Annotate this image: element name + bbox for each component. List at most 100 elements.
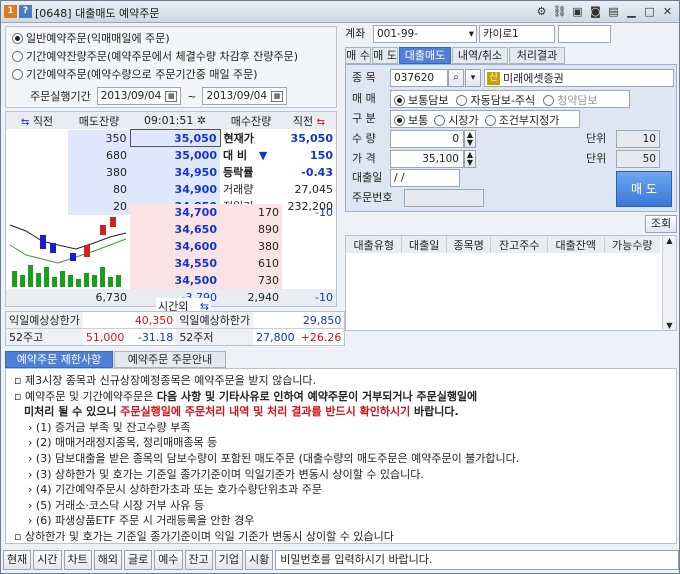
chevron-down-icon[interactable]: ▾ <box>469 26 474 42</box>
notice-item: › (3) 상하한가 및 호가는 기준일 종가기준이며 익일기준가 변동시 상이… <box>28 467 424 481</box>
ask-row[interactable]: 80 34,900 거래량 27,045 <box>6 180 336 198</box>
tab-restrictions[interactable]: 예약주문 제한사항 <box>5 351 113 368</box>
candle <box>110 217 116 227</box>
order-form-panel: 종 목 037620 ⌕ ▾ 신 미래에셋증권 매 매 보통담보 자동담보-주식… <box>345 64 677 212</box>
loan-date-field[interactable]: / / <box>390 169 460 187</box>
tab-sell[interactable]: 매 도 <box>372 47 398 64</box>
radio-icon <box>484 114 496 126</box>
notice-item: › (5) 거래소·코스닥 시장 거부 사유 등 <box>28 498 205 512</box>
scroll-up-icon[interactable]: ▲ <box>663 236 676 245</box>
stock-code-field[interactable]: 037620 <box>390 69 448 87</box>
tab-buy[interactable]: 매 수 <box>345 47 371 64</box>
account-select[interactable]: 001-99- ▾ <box>373 25 477 43</box>
type-normal[interactable]: 보통 <box>394 111 428 129</box>
btn-balance[interactable]: 잔고 <box>184 550 213 570</box>
close-icon[interactable]: ✕ <box>660 4 675 19</box>
settings-icon[interactable]: ⚙ <box>534 4 549 19</box>
qty-field[interactable]: 0 <box>390 130 464 148</box>
help-icon[interactable]: ? <box>19 5 32 18</box>
camera-icon[interactable]: ◙ <box>588 4 603 19</box>
volume-bar <box>100 267 105 287</box>
notice-panel: ▫ 제3시장 종목과 신규상장예정종목은 예약주문을 받지 않습니다. ▫ 예약… <box>5 368 677 544</box>
bid-row[interactable]: 34,550 610 <box>130 255 336 272</box>
type-conditional[interactable]: 조건부지정가 <box>484 111 559 129</box>
search-icon[interactable]: ⌕ <box>448 69 464 87</box>
date-separator: ~ <box>187 89 197 103</box>
type-market[interactable]: 시장가 <box>434 111 479 129</box>
maximize-icon[interactable]: □ <box>642 4 657 19</box>
date-to-field[interactable]: 2013/09/04 ▦ <box>202 87 288 105</box>
ask-row[interactable]: 380 34,950 등락률 -0.43 <box>6 163 336 181</box>
notice-line: ▫ 제3시장 종목과 신규상장예정종목은 예약주문을 받지 않습니다. <box>14 374 317 387</box>
trade-subscription-collateral[interactable]: 청약담보 <box>543 91 598 109</box>
btn-global[interactable]: 글로 <box>124 550 153 570</box>
bid-row[interactable]: 34,600 380 <box>130 238 336 255</box>
ask-row[interactable]: 680 35,000 대 비 ▼ 150 <box>6 146 336 164</box>
bid-row[interactable]: 34,700 170 -10 <box>130 204 336 221</box>
tab-history[interactable]: 내역/취소 <box>452 47 508 64</box>
query-button[interactable]: 조회 <box>645 215 677 233</box>
price-unit-value: 50 <box>616 150 660 168</box>
tab-guide[interactable]: 예약주문 주문안내 <box>114 351 226 368</box>
minimize-icon[interactable]: ▁ <box>624 4 639 19</box>
btn-chart[interactable]: 차트 <box>63 550 92 570</box>
volume-bar <box>92 275 97 287</box>
window-number-badge: 1 <box>4 5 17 18</box>
ask-rows: 350 35,050 현재가 35,050 680 35,000 대 비 ▼ 1… <box>6 129 336 215</box>
price-unit-label: 단위 <box>586 152 607 165</box>
ask-row[interactable]: 350 35,050 현재가 35,050 <box>6 129 336 147</box>
bid-row[interactable]: 34,650 890 <box>130 221 336 238</box>
trade-normal-collateral[interactable]: 보통담보 <box>394 91 448 109</box>
password-field[interactable] <box>558 25 611 43</box>
notice-line: ▫ 상하한가 및 호가는 기준일 종가기준이며 익일 기준가 변동시 상이할 수… <box>14 529 394 543</box>
scroll-down-icon[interactable]: ▼ <box>663 321 676 330</box>
tab-loan-sell[interactable]: 대출매도 <box>399 47 451 64</box>
candle <box>50 243 56 253</box>
volume-bar <box>68 275 73 287</box>
calendar-icon[interactable]: ▦ <box>271 90 284 102</box>
notice-item: › (2) 매매거래정지종목, 정리매매종목 등 <box>28 436 218 450</box>
swap-icon[interactable]: ⇆ <box>317 117 325 128</box>
candle <box>100 225 106 235</box>
order-type-general[interactable]: 일반예약주문(익매매일에 주문) <box>12 29 298 47</box>
btn-deposit[interactable]: 예수 <box>154 550 183 570</box>
screen-icon[interactable]: ▣ <box>570 4 585 19</box>
print-icon[interactable]: ▤ <box>606 4 621 19</box>
trade-auto-collateral[interactable]: 자동담보-주식 <box>456 91 535 109</box>
btn-overseas[interactable]: 해외 <box>93 550 122 570</box>
qty-stepper[interactable]: ▲ ▼ <box>464 130 476 148</box>
radio-icon <box>394 114 405 126</box>
volume-bar <box>84 273 89 287</box>
loan-table-scrollbar[interactable]: ▲ ▼ <box>662 236 676 330</box>
btn-time[interactable]: 시간 <box>33 550 62 570</box>
candle <box>70 253 76 261</box>
date-from-field[interactable]: 2013/09/04 ▦ <box>96 87 182 105</box>
notice-line: 미처리 될 수 있으니 주문실행일에 주문처리 내역 및 처리 결과를 반드시 … <box>24 405 459 419</box>
bottom-toolbar: 현재 시간 차트 해외 글로 예수 잔고 기업 시황 비밀번호를 입력하시기 바… <box>3 550 679 572</box>
price-stepper[interactable]: ▲ ▼ <box>464 150 476 168</box>
period-row: 주문실행기간 2013/09/04 ▦ ~ 2013/09/04 ▦ <box>30 87 288 105</box>
link-icon[interactable]: ⛓ <box>552 4 567 19</box>
order-no-label: 주문번호 <box>352 191 393 204</box>
calendar-icon[interactable]: ▦ <box>165 90 178 102</box>
chevron-down-icon[interactable]: ▾ <box>465 69 481 87</box>
bid-row[interactable]: 34,500 730 <box>130 272 336 289</box>
order-type-period[interactable]: 기간예약주문(예약수량으로 주문기간중 매일 주문) <box>12 65 298 83</box>
sell-button[interactable]: 매 도 <box>616 171 672 207</box>
tab-results[interactable]: 처리결과 <box>509 47 565 64</box>
btn-market[interactable]: 시황 <box>245 550 274 570</box>
gear-icon[interactable]: ✲ <box>197 114 206 127</box>
orderbook-header: ⇆ 직전 매도잔량 09:01:51 ✲ 매수잔량 직전 ⇆ <box>6 112 336 129</box>
swap-icon[interactable]: ⇆ <box>21 117 29 128</box>
btn-current[interactable]: 현재 <box>3 550 32 570</box>
volume-bar <box>20 275 25 287</box>
price-field[interactable]: 35,100 <box>390 150 464 168</box>
radio-icon <box>12 68 23 80</box>
radio-icon <box>12 50 23 62</box>
order-type-period-remain[interactable]: 기간예약잔량주문(예약주문에서 체결수량 차감후 잔량주문) <box>12 47 298 65</box>
limit-table: 익일예상상한가 40,350 익일예상하한가 29,850 52주고 51,00… <box>5 311 346 346</box>
candle <box>40 235 46 249</box>
btn-company[interactable]: 기업 <box>214 550 243 570</box>
volume-bar <box>12 271 17 287</box>
volume-bar <box>60 271 65 287</box>
